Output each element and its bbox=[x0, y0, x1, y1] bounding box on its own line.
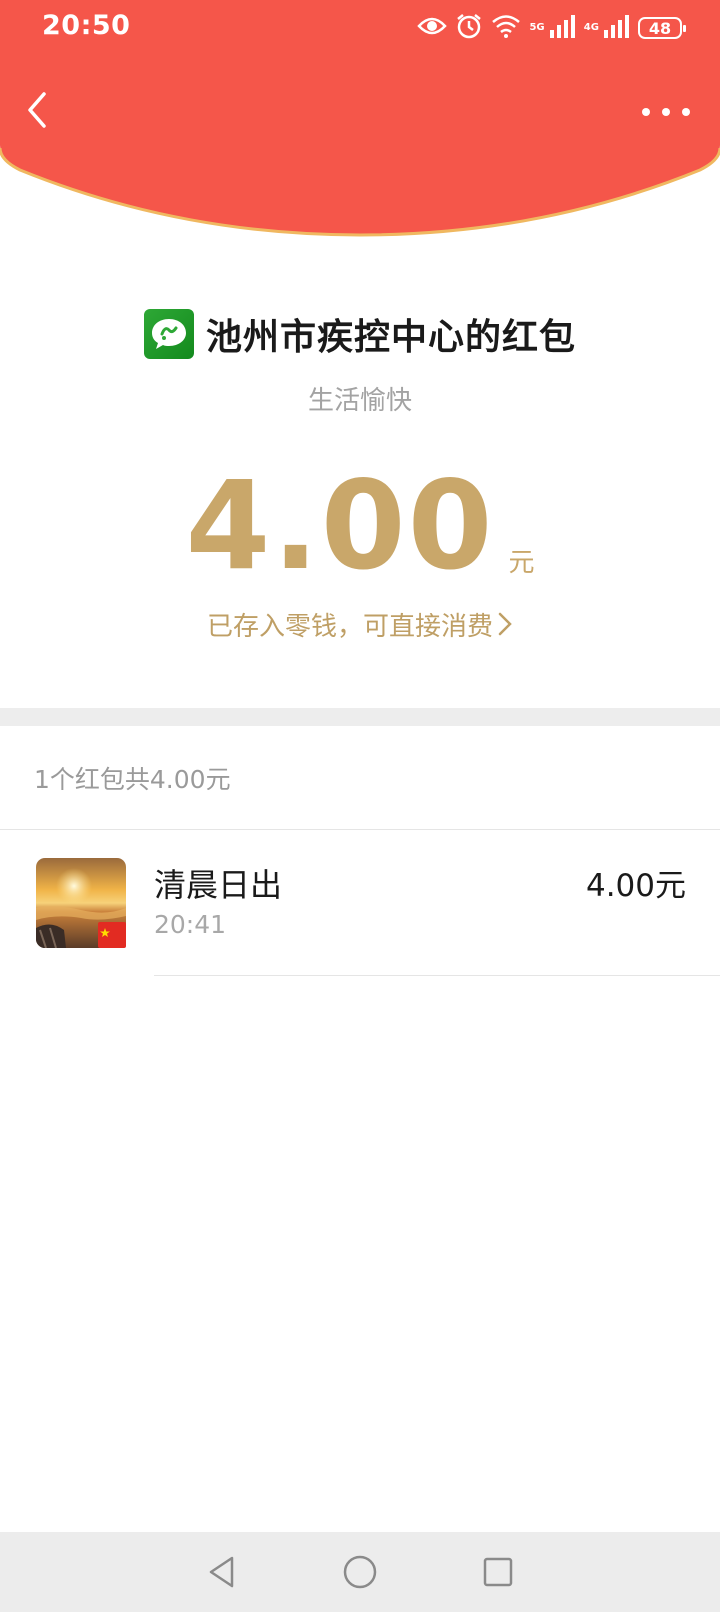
wifi-icon bbox=[491, 14, 521, 42]
list-item[interactable]: 清晨日出 20:41 4.00元 bbox=[0, 830, 720, 976]
flag-icon bbox=[98, 922, 126, 948]
status-icons: 5G 4G 48 bbox=[417, 12, 686, 44]
section-separator bbox=[0, 708, 720, 726]
nav-recent-button[interactable] bbox=[478, 1552, 518, 1592]
signal-4g-icon: 4G bbox=[584, 14, 630, 42]
alarm-icon bbox=[455, 12, 483, 44]
screen: 20:50 5G 4G 48 池州市疾控中心的红包 生活愉快 4.00 元 已存… bbox=[0, 0, 720, 1612]
battery-icon: 48 bbox=[638, 17, 686, 39]
nav-back-button[interactable] bbox=[202, 1552, 242, 1592]
system-nav-bar bbox=[0, 1532, 720, 1612]
net-5g-label: 5G bbox=[529, 22, 545, 33]
wallet-link[interactable]: 已存入零钱，可直接消费 bbox=[0, 606, 720, 644]
battery-level: 48 bbox=[648, 18, 672, 38]
nav-home-button[interactable] bbox=[340, 1552, 380, 1592]
wallet-link-text: 已存入零钱，可直接消费 bbox=[206, 612, 493, 642]
record-time: 20:41 bbox=[154, 910, 227, 939]
record-amount: 4.00元 bbox=[585, 868, 686, 904]
amount-value: 4.00 bbox=[185, 455, 495, 597]
more-dots-icon bbox=[642, 108, 650, 116]
summary-text: 1个红包共4.00元 bbox=[34, 765, 231, 794]
net-4g-label: 4G bbox=[583, 22, 599, 33]
divider bbox=[154, 975, 720, 976]
more-dot bbox=[662, 108, 670, 116]
amount-row: 4.00 元 bbox=[0, 465, 720, 587]
circle-home-icon bbox=[343, 1555, 377, 1589]
status-time: 20:50 bbox=[42, 10, 131, 41]
more-button[interactable] bbox=[642, 98, 690, 126]
amount-unit: 元 bbox=[508, 548, 535, 578]
sender-name: 池州市疾控中心的红包 bbox=[205, 317, 576, 358]
square-recent-icon bbox=[483, 1557, 513, 1587]
chevron-left-icon bbox=[28, 92, 46, 128]
chevron-right-icon bbox=[497, 611, 513, 644]
chat-bubble-icon bbox=[151, 319, 186, 349]
triangle-back-icon bbox=[209, 1556, 234, 1588]
back-button[interactable] bbox=[18, 88, 58, 132]
sender-row: 池州市疾控中心的红包 bbox=[0, 304, 720, 364]
more-dot bbox=[682, 108, 690, 116]
signal-5g-icon: 5G bbox=[529, 14, 575, 42]
sender-logo bbox=[143, 309, 194, 359]
eye-icon bbox=[417, 15, 448, 41]
blessing-text: 生活愉快 bbox=[307, 386, 412, 416]
record-name: 清晨日出 bbox=[154, 866, 283, 904]
status-bar: 20:50 5G 4G 48 bbox=[0, 0, 720, 52]
